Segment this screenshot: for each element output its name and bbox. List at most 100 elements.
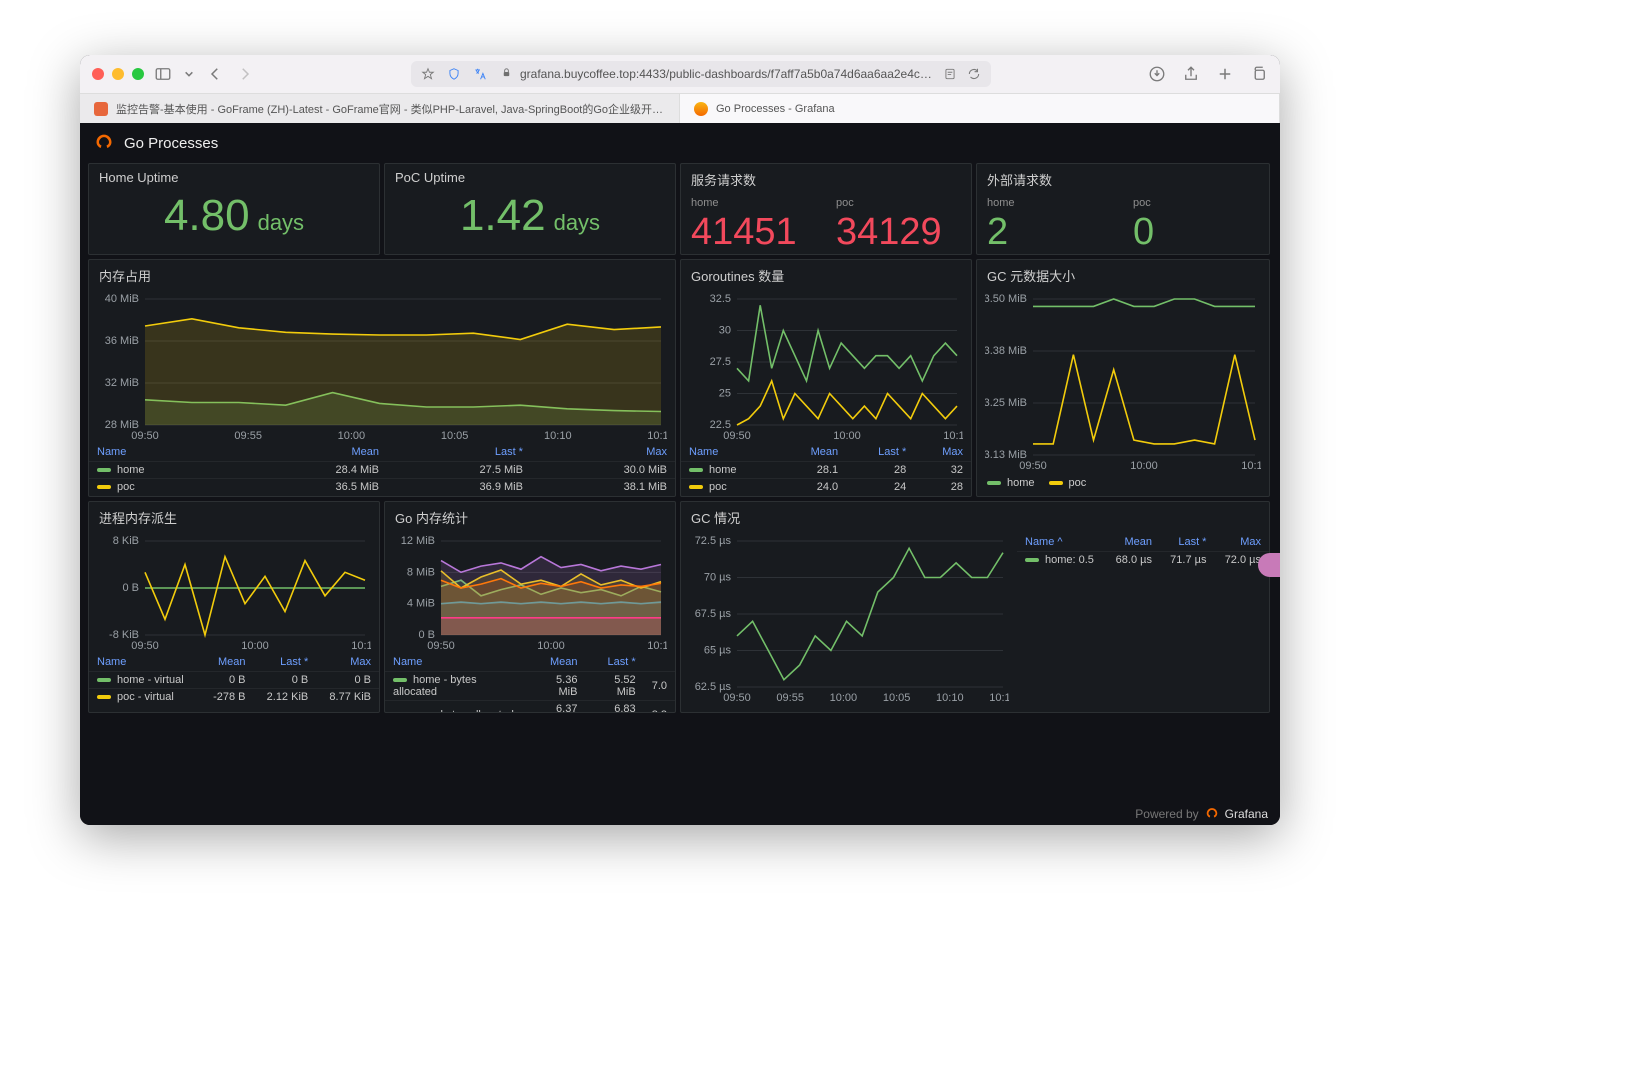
side-widget-icon[interactable] (1258, 553, 1280, 577)
svg-text:09:50: 09:50 (723, 430, 751, 442)
translate-icon[interactable] (473, 65, 487, 83)
svg-text:09:55: 09:55 (776, 692, 804, 704)
downloads-icon[interactable] (1148, 65, 1166, 83)
zoom-window-button[interactable] (132, 68, 144, 80)
panel-grid: Home Uptime 4.80 days PoC Uptime 1.42 da… (88, 163, 1272, 817)
svg-text:8 KiB: 8 KiB (113, 535, 139, 547)
svg-text:09:55: 09:55 (234, 430, 262, 442)
panel-home-uptime[interactable]: Home Uptime 4.80 days (88, 163, 380, 255)
address-bar[interactable]: grafana.buycoffee.top:4433/public-dashbo… (411, 61, 991, 87)
legend-table[interactable]: NameMeanLast *Maxhome - virtual0 B0 B0 B… (89, 653, 379, 705)
svg-text:72.5 µs: 72.5 µs (695, 535, 732, 547)
tab-label: 监控告警-基本使用 - GoFrame (ZH)-Latest - GoFram… (116, 101, 665, 117)
legend-table[interactable]: NameMeanLast *Maxhome28.12832poc24.02428 (681, 443, 971, 495)
svg-text:10:00: 10:00 (1130, 460, 1158, 472)
svg-text:10:10: 10:10 (351, 640, 371, 652)
svg-text:10:10: 10:10 (943, 430, 963, 442)
panel-title: 内存占用 (89, 260, 675, 291)
panel-external-requests[interactable]: 外部请求数 home2 poc0 (976, 163, 1270, 255)
tab-goframe[interactable]: 监控告警-基本使用 - GoFrame (ZH)-Latest - GoFram… (80, 94, 680, 124)
svg-text:10:10: 10:10 (936, 692, 964, 704)
svg-text:4 MiB: 4 MiB (407, 598, 435, 610)
dashboard-title: Go Processes (124, 135, 218, 152)
legend-table[interactable]: NameMeanLast *home - bytes allocated5.36… (385, 653, 675, 713)
titlebar: grafana.buycoffee.top:4433/public-dashbo… (80, 55, 1280, 93)
panel-goroutines[interactable]: Goroutines 数量 32.53027.52522.509:5010:00… (680, 259, 972, 497)
forward-icon[interactable] (236, 65, 254, 83)
tab-label: Go Processes - Grafana (716, 103, 835, 115)
svg-text:10:05: 10:05 (883, 692, 911, 704)
panel-title: 服务请求数 (681, 164, 971, 195)
legend-table[interactable]: Name ^MeanLast *Maxhome: 0.568.0 µs71.7 … (1017, 533, 1269, 568)
svg-text:09:50: 09:50 (723, 692, 751, 704)
panel-gc-meta[interactable]: GC 元数据大小 3.50 MiB3.38 MiB3.25 MiB3.13 Mi… (976, 259, 1270, 497)
dashboard: Go Processes Home Uptime 4.80 days PoC U… (80, 123, 1280, 825)
svg-text:10:05: 10:05 (441, 430, 469, 442)
close-window-button[interactable] (92, 68, 104, 80)
svg-text:09:50: 09:50 (427, 640, 455, 652)
svg-text:67.5 µs: 67.5 µs (695, 608, 732, 620)
panel-go-memstats[interactable]: Go 内存统计 12 MiB8 MiB4 MiB0 B09:5010:0010:… (384, 501, 676, 713)
panel-memory-usage[interactable]: 内存占用 40 MiB36 MiB32 MiB28 MiB09:5009:551… (88, 259, 676, 497)
svg-text:3.25 MiB: 3.25 MiB (985, 397, 1027, 409)
svg-text:10:00: 10:00 (338, 430, 366, 442)
svg-text:10:00: 10:00 (830, 692, 858, 704)
svg-text:27.5: 27.5 (710, 356, 731, 368)
svg-text:09:50: 09:50 (1019, 460, 1047, 472)
back-icon[interactable] (206, 65, 224, 83)
dashboard-header: Go Processes (88, 123, 1272, 163)
panel-service-requests[interactable]: 服务请求数 home41451 poc34129 (680, 163, 972, 255)
panel-title: Go 内存统计 (385, 502, 675, 533)
panel-gc-status[interactable]: GC 情况 72.5 µs70 µs67.5 µs65 µs62.5 µs09:… (680, 501, 1270, 713)
favicon-icon (694, 102, 708, 116)
panel-poc-uptime[interactable]: PoC Uptime 1.42 days (384, 163, 676, 255)
svg-text:32 MiB: 32 MiB (105, 377, 139, 389)
lock-icon (501, 67, 512, 81)
tab-grafana[interactable]: Go Processes - Grafana (680, 94, 1280, 124)
panel-title: 进程内存派生 (89, 502, 379, 533)
star-icon[interactable] (271, 65, 285, 83)
footer: Powered by Grafana (1135, 807, 1268, 821)
tabs-icon[interactable] (1250, 65, 1268, 83)
svg-text:10:10: 10:10 (647, 640, 667, 652)
svg-text:10:15: 10:15 (989, 692, 1009, 704)
new-tab-icon[interactable] (1216, 65, 1234, 83)
share-icon[interactable] (1182, 65, 1200, 83)
panel-title: 外部请求数 (977, 164, 1269, 195)
chevron-down-icon[interactable] (184, 65, 194, 83)
favicon-icon (94, 102, 108, 116)
panel-title: GC 情况 (681, 502, 1269, 533)
svg-text:25: 25 (719, 388, 731, 400)
browser-window: grafana.buycoffee.top:4433/public-dashbo… (80, 55, 1280, 825)
svg-text:32.5: 32.5 (710, 293, 731, 305)
grafana-logo-icon (1205, 807, 1219, 821)
reader-icon[interactable] (943, 65, 957, 83)
svg-text:09:50: 09:50 (131, 430, 159, 442)
panel-title: PoC Uptime (385, 164, 675, 191)
stat-value: 1.42 days (385, 191, 675, 251)
svg-text:36 MiB: 36 MiB (105, 335, 139, 347)
sidebar-icon[interactable] (154, 65, 172, 83)
minimize-window-button[interactable] (112, 68, 124, 80)
svg-text:10:10: 10:10 (1241, 460, 1261, 472)
panel-title: Home Uptime (89, 164, 379, 191)
panel-mem-delta[interactable]: 进程内存派生 8 KiB0 B-8 KiB09:5010:0010:10 Nam… (88, 501, 380, 713)
svg-text:10:00: 10:00 (241, 640, 269, 652)
url-text: grafana.buycoffee.top:4433/public-dashbo… (520, 67, 935, 81)
svg-text:3.50 MiB: 3.50 MiB (985, 293, 1027, 305)
svg-text:40 MiB: 40 MiB (105, 293, 139, 305)
panel-title: GC 元数据大小 (977, 260, 1269, 291)
svg-text:09:50: 09:50 (131, 640, 159, 652)
shield-icon[interactable] (447, 65, 461, 83)
svg-text:70 µs: 70 µs (704, 572, 732, 584)
svg-text:10:15: 10:15 (647, 430, 667, 442)
grafana-logo-icon (94, 133, 114, 153)
reload-icon[interactable] (967, 65, 981, 83)
svg-text:65 µs: 65 µs (704, 645, 732, 657)
svg-text:10:10: 10:10 (544, 430, 572, 442)
legend-table[interactable]: NameMeanLast *Maxhome28.4 MiB27.5 MiB30.… (89, 443, 675, 495)
bookmark-icon[interactable] (421, 65, 435, 83)
svg-text:0 B: 0 B (122, 582, 139, 594)
legend-inline: home poc (977, 473, 1269, 493)
window-controls (92, 68, 144, 80)
